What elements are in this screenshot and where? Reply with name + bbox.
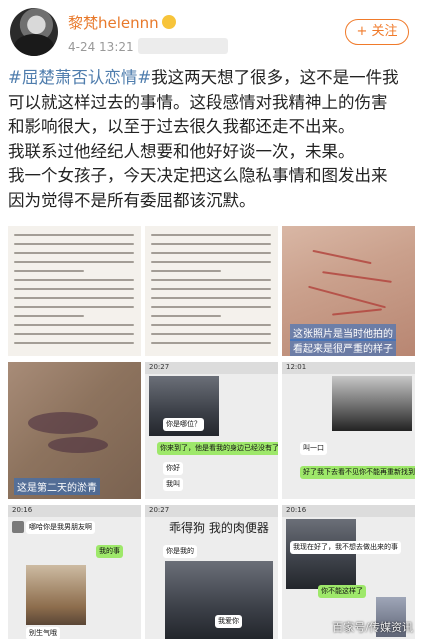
text-screenshot-2[interactable] <box>145 226 278 356</box>
emoji-icon <box>161 15 176 29</box>
chat-screenshot-2[interactable]: 12:01 叫一口 好了我下去看不见你不能再重新找到的人 <box>282 362 415 499</box>
post-line: 我联系过他经纪人想要和他好好谈一次，未果。 <box>8 141 355 161</box>
text-line <box>14 279 134 281</box>
text-line <box>151 297 271 299</box>
back-photo[interactable]: 这张照片是当时他拍的 看起来是很严重的样子 <box>282 226 415 356</box>
text-line <box>14 324 134 326</box>
post-line: 我这两天想了很多，这不是一件我 <box>151 68 399 87</box>
photo-caption: 看起来是很严重的样子 <box>290 339 396 356</box>
post-line: 因为觉得不是所有委屈都该沉默。 <box>8 190 256 210</box>
post-timestamp: 4-24 13:21 <box>68 40 134 54</box>
text-line <box>151 234 271 236</box>
chat-screenshot-1[interactable]: 20:27 你是哪位？ 你来到了，他是看我的身边已经没有了 你好 我叫 <box>145 362 278 499</box>
text-line <box>151 288 271 290</box>
chat-screenshot-3[interactable]: 20:16 哪哈你是我男朋友啊 我的事 别生气哦 <box>8 505 141 639</box>
text-line <box>151 306 271 308</box>
text-line <box>151 324 271 326</box>
bruise-photo[interactable]: 这是第二天的淤青 <box>8 362 141 499</box>
follow-button[interactable]: + 关注 <box>345 19 409 45</box>
post-header: 黎梵helennn 4-24 13:21 + 关注 <box>0 0 421 66</box>
text-line <box>151 270 221 272</box>
text-screenshot-1[interactable] <box>8 226 141 356</box>
text-line <box>151 243 271 245</box>
text-line <box>151 279 271 281</box>
text-line <box>14 333 134 335</box>
text-line <box>151 315 221 317</box>
text-line <box>151 261 271 263</box>
text-line <box>14 252 134 254</box>
text-line <box>14 270 84 272</box>
post-line: 我一个女孩子，今天决定把这么隐私事情和图发出来 <box>8 166 388 185</box>
text-line <box>14 306 134 308</box>
text-line <box>14 234 134 236</box>
chat-screenshot-4[interactable]: 20:27 乖得狗 我的肉便器 你是我的 我爱你 <box>145 505 278 639</box>
text-line <box>151 333 271 335</box>
watermark: 百家号/传媒资讯 <box>332 621 413 634</box>
blurred-meta <box>138 38 228 54</box>
avatar[interactable] <box>10 8 58 56</box>
photo-caption: 这是第二天的淤青 <box>14 478 100 495</box>
post-line: 和影响很大，以至于过去很久我都还走不出来。 <box>8 117 355 136</box>
text-line <box>14 297 134 299</box>
text-line <box>14 243 134 245</box>
text-line <box>14 342 134 344</box>
text-line <box>151 342 271 344</box>
chat-title: 乖得狗 我的肉便器 <box>169 521 269 535</box>
post-body: #屈楚萧否认恋情#我这两天想了很多，这不是一件我 可以就这样过去的事情。这段感情… <box>8 66 414 213</box>
text-line <box>14 315 84 317</box>
image-grid: 这张照片是当时他拍的 看起来是很严重的样子 这是第二天的淤青 20:27 你是哪… <box>0 226 421 639</box>
hashtag-link[interactable]: #屈楚萧否认恋情# <box>8 68 151 87</box>
text-line <box>14 288 134 290</box>
post-line: 可以就这样过去的事情。这段感情对我精神上的伤害 <box>8 92 388 112</box>
text-line <box>14 261 134 263</box>
text-line <box>151 252 271 254</box>
username[interactable]: 黎梵helennn <box>68 12 176 33</box>
